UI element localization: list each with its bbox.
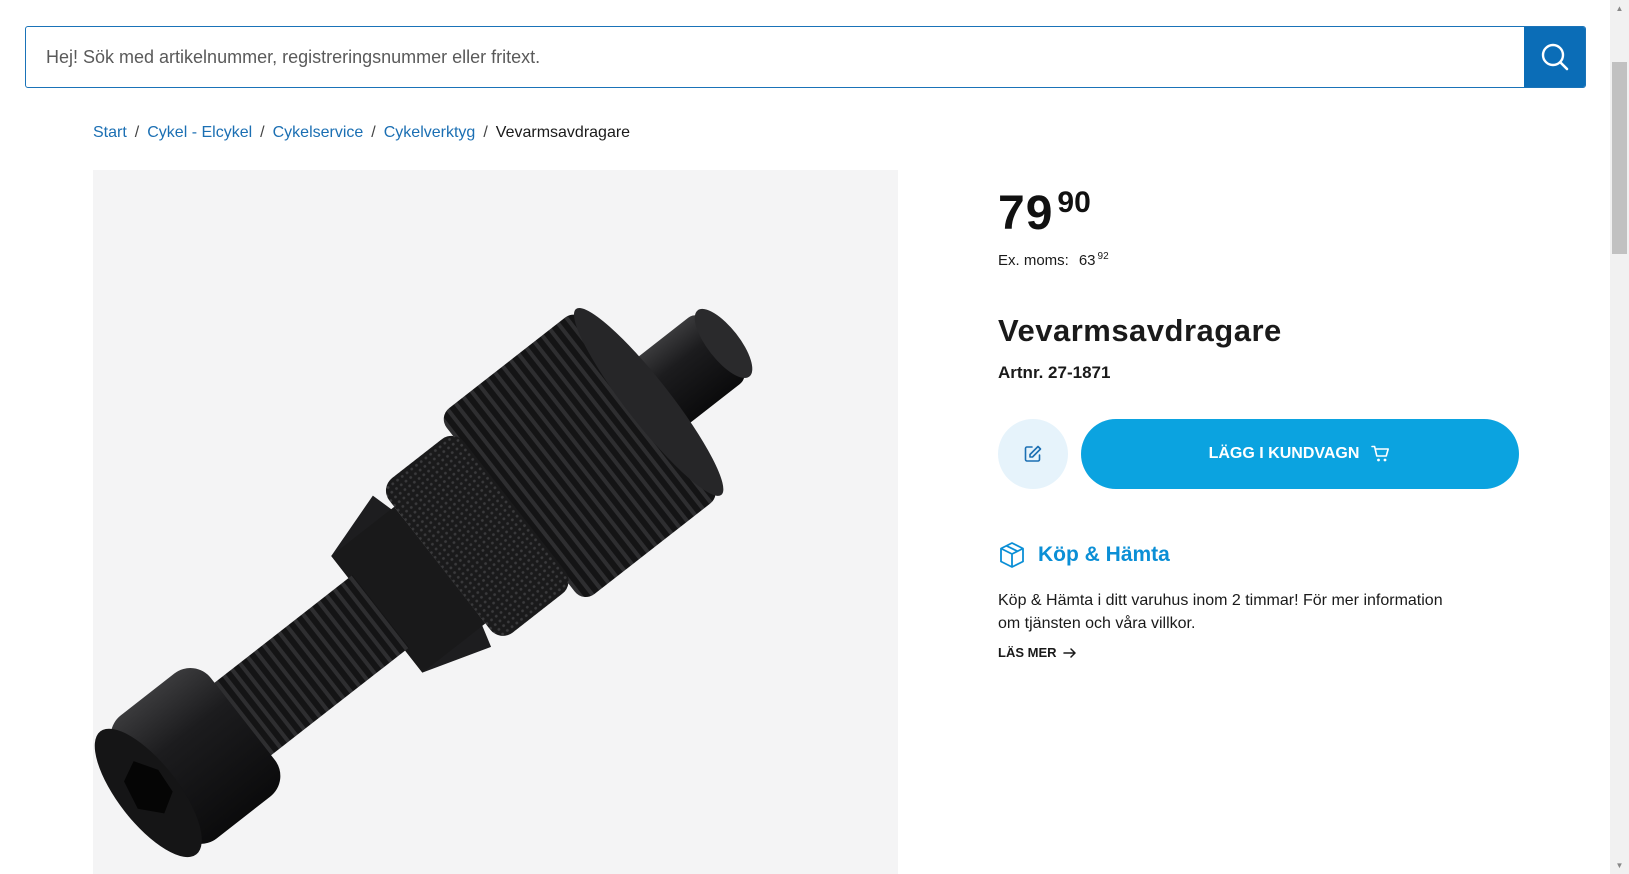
ex-vat-integer: 63: [1078, 252, 1096, 269]
search-input[interactable]: [26, 27, 1524, 87]
note-button[interactable]: [998, 419, 1068, 489]
breadcrumb: Start / Cykel - Elcykel / Cykelservice /…: [93, 124, 630, 142]
product-actions: LÄGG I KUNDVAGN: [998, 419, 1538, 489]
breadcrumb-link-cykel-elcykel[interactable]: Cykel - Elcykel: [147, 124, 252, 142]
product-page: Start / Cykel - Elcykel / Cykelservice /…: [0, 0, 1629, 874]
price: 79 90: [998, 186, 1538, 240]
ex-vat-decimal: 92: [1097, 251, 1109, 262]
product-image[interactable]: [93, 170, 898, 874]
price-ex-vat: Ex. moms: 63 92: [998, 251, 1538, 269]
pickup-title: Köp & Hämta: [1038, 543, 1170, 566]
scroll-up-arrow[interactable]: ▲: [1610, 0, 1629, 17]
product-info: 79 90 Ex. moms: 63 92 Vevarmsavdragare A…: [998, 186, 1538, 662]
breadcrumb-separator: /: [371, 124, 376, 141]
breadcrumb-current: Vevarmsavdragare: [495, 124, 631, 141]
read-more-label: LÄS MER: [998, 645, 1057, 660]
pickup-description: Köp & Hämta i ditt varuhus inom 2 timmar…: [998, 592, 1443, 632]
article-number: Artnr. 27-1871: [998, 363, 1111, 382]
cart-icon: [1371, 445, 1390, 462]
scroll-down-arrow[interactable]: ▼: [1610, 857, 1629, 874]
crank-puller-tool-image: [94, 307, 753, 858]
page-scrollbar[interactable]: ▲ ▼: [1610, 0, 1629, 874]
edit-icon: [1024, 445, 1042, 462]
scrollbar-thumb[interactable]: [1612, 62, 1627, 254]
search-button[interactable]: [1524, 27, 1585, 87]
breadcrumb-link-cykelverktyg[interactable]: Cykelverktyg: [384, 124, 476, 142]
click-and-collect: Köp & Hämta Köp & Hämta i ditt varuhus i…: [998, 541, 1538, 662]
add-to-cart-button[interactable]: LÄGG I KUNDVAGN: [1081, 419, 1519, 489]
arrow-right-icon: [1062, 647, 1076, 658]
pickup-header: Köp & Hämta: [998, 541, 1538, 569]
product-title: Vevarmsavdragare: [998, 313, 1282, 348]
price-integer: 79: [998, 187, 1054, 240]
breadcrumb-separator: /: [483, 124, 488, 141]
price-decimal: 90: [1057, 186, 1091, 219]
add-to-cart-label: LÄGG I KUNDVAGN: [1208, 445, 1360, 462]
search-icon: [1541, 43, 1568, 71]
box-icon: [1000, 542, 1024, 568]
breadcrumb-separator: /: [134, 124, 140, 141]
breadcrumb-link-start[interactable]: Start: [93, 124, 127, 142]
breadcrumb-separator: /: [260, 124, 265, 141]
search-bar: [25, 26, 1586, 88]
breadcrumb-link-cykelservice[interactable]: Cykelservice: [273, 124, 364, 142]
ex-vat-label: Ex. moms:: [998, 252, 1069, 269]
read-more-link[interactable]: LÄS MER: [998, 645, 1077, 660]
